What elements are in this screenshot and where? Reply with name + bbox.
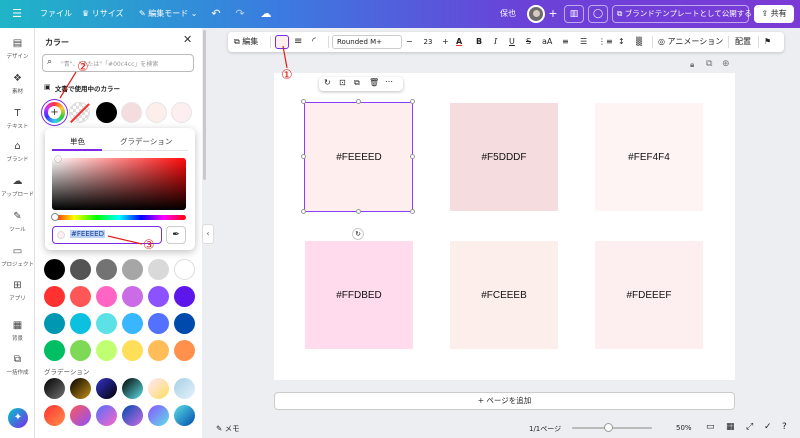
annotation-arrow <box>107 235 143 245</box>
annotation-arrow <box>59 71 77 99</box>
annotation-arrow <box>282 45 288 69</box>
annotation-arrows <box>59 45 288 245</box>
